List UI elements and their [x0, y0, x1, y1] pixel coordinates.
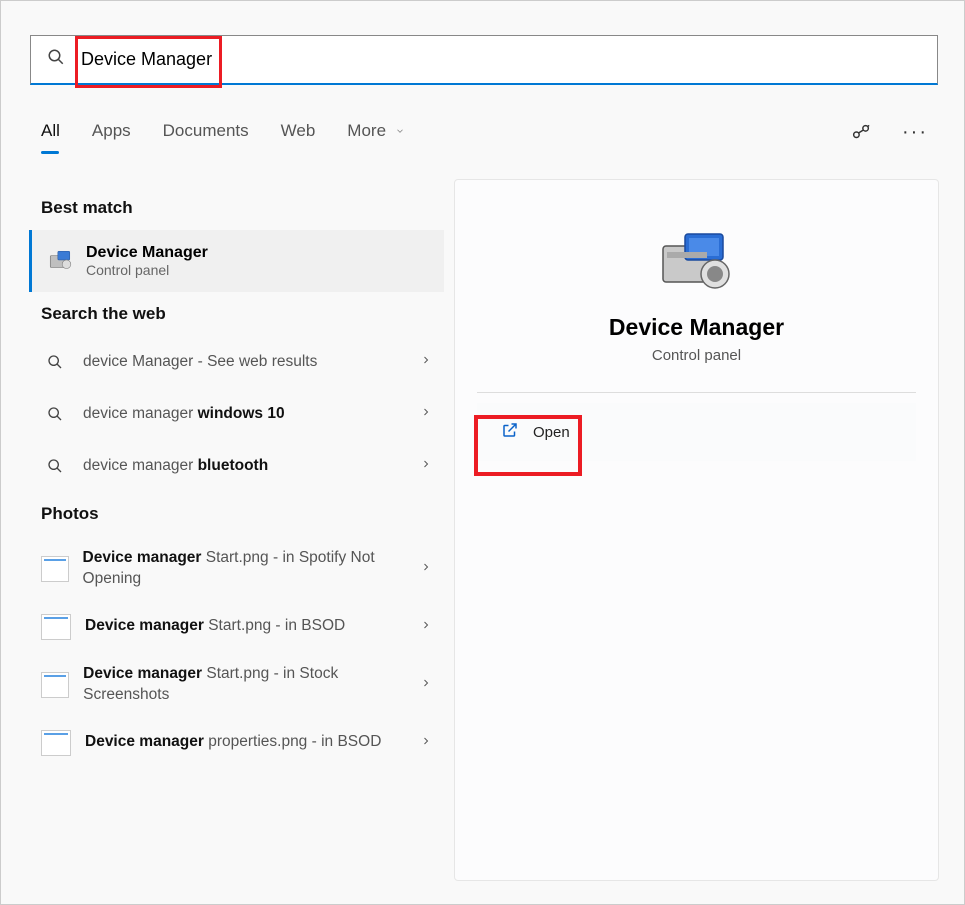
device-manager-large-icon: [657, 226, 737, 296]
photo-result-2[interactable]: Device manager Start.png - in Stock Scre…: [29, 652, 444, 718]
photo-text: Device manager Start.png - in Spotify No…: [83, 548, 432, 590]
file-thumb-icon: [41, 672, 69, 698]
section-search-web: Search the web: [29, 292, 444, 336]
web-result-1[interactable]: device manager windows 10: [29, 388, 444, 440]
web-result-text: device manager bluetooth: [83, 456, 296, 477]
photo-result-3[interactable]: Device manager properties.png - in BSOD: [29, 718, 444, 768]
top-right-actions: ···: [850, 121, 928, 148]
results-column: Best match Device Manager Control panel …: [29, 186, 444, 768]
tab-web[interactable]: Web: [281, 121, 316, 166]
chevron-right-icon: [420, 457, 432, 475]
photo-result-0[interactable]: Device manager Start.png - in Spotify No…: [29, 536, 444, 602]
share-icon[interactable]: [850, 121, 872, 148]
section-best-match: Best match: [29, 186, 444, 230]
open-external-icon: [501, 421, 519, 443]
section-photos: Photos: [29, 492, 444, 536]
chevron-right-icon: [420, 405, 432, 423]
chevron-right-icon: [420, 560, 432, 578]
more-icon[interactable]: ···: [902, 121, 928, 148]
tab-documents[interactable]: Documents: [163, 121, 249, 166]
file-thumb-icon: [41, 730, 71, 756]
best-match-result[interactable]: Device Manager Control panel: [29, 230, 444, 292]
device-manager-icon: [46, 247, 74, 275]
photo-text: Device manager Start.png - in Stock Scre…: [83, 664, 432, 706]
photo-text: Device manager properties.png - in BSOD: [85, 732, 409, 753]
file-thumb-icon: [41, 614, 71, 640]
chevron-right-icon: [420, 618, 432, 636]
tab-apps[interactable]: Apps: [92, 121, 131, 166]
open-label: Open: [533, 424, 570, 441]
chevron-right-icon: [420, 676, 432, 694]
search-window: All Apps Documents Web More ··· Best mat…: [0, 0, 965, 905]
search-bar[interactable]: [30, 35, 938, 85]
search-icon: [41, 400, 69, 428]
search-icon: [41, 452, 69, 480]
best-match-subtitle: Control panel: [86, 262, 208, 278]
web-result-text: device manager windows 10: [83, 404, 313, 425]
tab-all[interactable]: All: [41, 121, 60, 166]
web-result-text: device Manager - See web results: [83, 352, 345, 373]
search-input[interactable]: [81, 40, 937, 80]
photo-text: Device manager Start.png - in BSOD: [85, 616, 373, 637]
chevron-down-icon: [395, 121, 405, 140]
search-icon: [41, 348, 69, 376]
web-result-0[interactable]: device Manager - See web results: [29, 336, 444, 388]
divider: [477, 392, 916, 393]
tab-more[interactable]: More: [347, 121, 404, 166]
photo-result-1[interactable]: Device manager Start.png - in BSOD: [29, 602, 444, 652]
file-thumb-icon: [41, 556, 69, 582]
preview-title: Device Manager: [455, 314, 938, 341]
best-match-title: Device Manager: [86, 244, 208, 262]
chevron-right-icon: [420, 734, 432, 752]
filter-tabs: All Apps Documents Web More: [41, 121, 405, 166]
preview-panel: Device Manager Control panel Open: [454, 179, 939, 881]
chevron-right-icon: [420, 353, 432, 371]
tab-more-label: More: [347, 121, 386, 140]
preview-subtitle: Control panel: [455, 347, 938, 364]
web-result-2[interactable]: device manager bluetooth: [29, 440, 444, 492]
search-icon: [31, 48, 81, 71]
open-button[interactable]: Open: [477, 403, 916, 461]
